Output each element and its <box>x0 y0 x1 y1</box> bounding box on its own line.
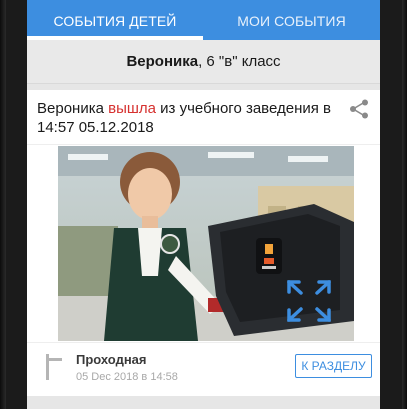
divider <box>27 144 380 145</box>
tab-my-events[interactable]: Мои события <box>203 0 380 40</box>
event-action: вышла <box>108 100 156 117</box>
turnstile-icon <box>46 354 62 380</box>
event-subject: Вероника <box>37 100 104 117</box>
tab-children-events[interactable]: События детей <box>27 0 203 40</box>
student-class: , 6 "в" класс <box>198 53 281 70</box>
phone-frame: События детей Мои события Вероника, 6 "в… <box>0 0 407 409</box>
expand-icon[interactable] <box>281 276 337 326</box>
event-source-time: 05 Dec 2018 в 14:58 <box>76 371 178 383</box>
student-header: Вероника, 6 "в" класс <box>27 40 380 84</box>
phone-edge-right <box>402 0 407 409</box>
event-description: Вероника вышла из учебного заведения в 1… <box>37 99 342 137</box>
divider <box>27 342 380 343</box>
event-card: Вероника вышла из учебного заведения в 1… <box>27 90 380 396</box>
event-source-name: Проходная <box>76 352 147 367</box>
go-to-section-button[interactable]: К разделу <box>295 354 372 378</box>
phone-edge-left <box>0 0 6 409</box>
share-icon[interactable] <box>348 98 370 120</box>
app-screen: События детей Мои события Вероника, 6 "в… <box>27 0 380 409</box>
student-name: Вероника <box>126 53 199 70</box>
tab-bar: События детей Мои события <box>27 0 380 40</box>
